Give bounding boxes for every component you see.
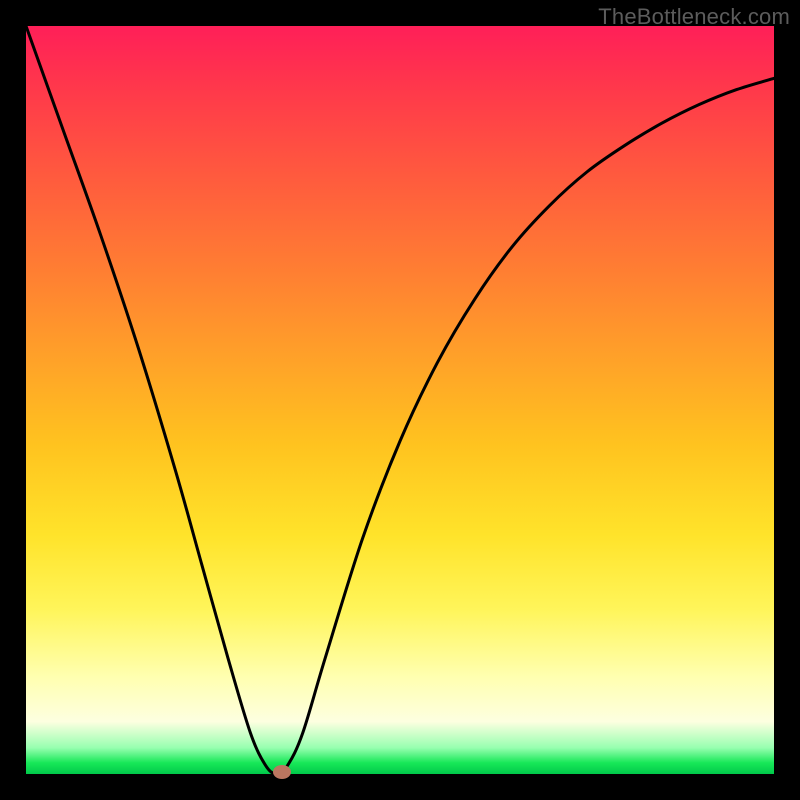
bottleneck-marker [273, 765, 291, 779]
chart-frame: TheBottleneck.com [0, 0, 800, 800]
curve-svg [26, 26, 774, 774]
plot-area [26, 26, 774, 774]
curve-line [26, 26, 774, 774]
